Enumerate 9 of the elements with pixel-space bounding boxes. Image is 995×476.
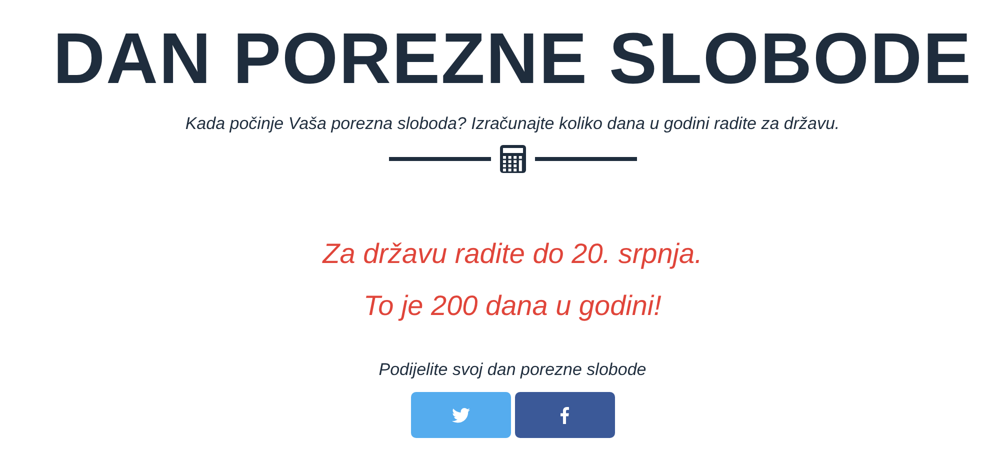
result-text: Za državu radite do 20. srpnja. [322, 237, 702, 271]
result-text: To je 200 dana u godini! [364, 289, 662, 323]
bird-icon [452, 408, 470, 422]
subtitle: Kada počinje Vaša porezna sloboda? Izračunajte koliko dana u godini radite za državu. [185, 114, 840, 134]
page-title: DAN POREZNE SLOBODE [52, 18, 972, 101]
share-label: Podijelite svoj dan porezne slobode [378, 360, 646, 380]
calculator-icon [498, 144, 526, 174]
share-button[interactable] [514, 392, 614, 438]
letter-f-icon [560, 406, 569, 424]
